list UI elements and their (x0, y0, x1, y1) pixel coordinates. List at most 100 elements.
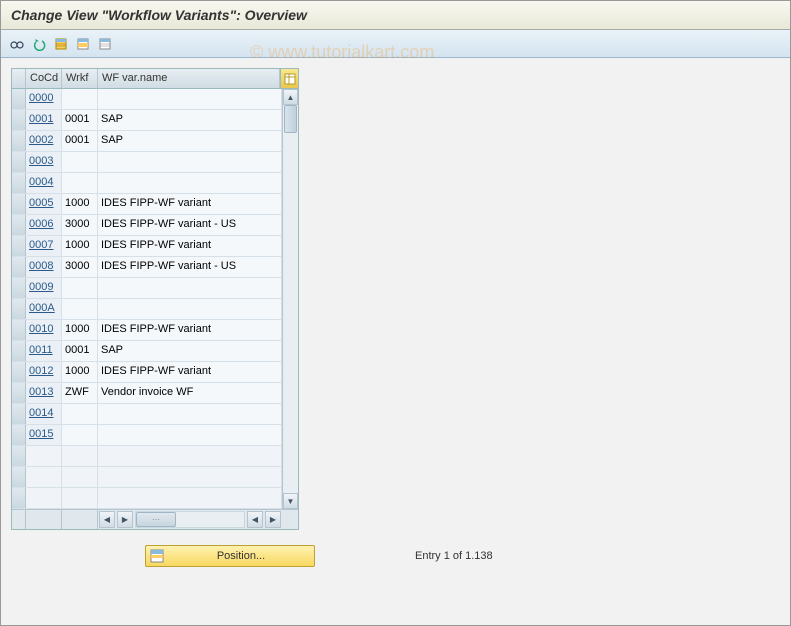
row-selector[interactable] (12, 110, 26, 130)
cell-wrkf[interactable] (62, 404, 98, 424)
cell-cocd[interactable] (26, 467, 62, 487)
cell-name[interactable]: IDES FIPP-WF variant (98, 320, 282, 340)
cell-wrkf[interactable] (62, 299, 98, 319)
cell-cocd[interactable]: 0008 (26, 257, 62, 277)
row-selector[interactable] (12, 446, 26, 466)
cell-cocd[interactable]: 0002 (26, 131, 62, 151)
position-button[interactable]: Position... (145, 545, 315, 567)
cell-name[interactable]: IDES FIPP-WF variant - US (98, 215, 282, 235)
cell-wrkf[interactable] (62, 425, 98, 445)
row-selector[interactable] (12, 173, 26, 193)
row-selector[interactable] (12, 488, 26, 508)
cell-wrkf[interactable]: 1000 (62, 362, 98, 382)
undo-button[interactable] (29, 34, 49, 54)
cell-wrkf[interactable] (62, 467, 98, 487)
cell-cocd[interactable]: 0000 (26, 89, 62, 109)
cell-name[interactable] (98, 425, 282, 445)
row-selector[interactable] (12, 236, 26, 256)
cell-wrkf[interactable]: 3000 (62, 257, 98, 277)
cell-wrkf[interactable] (62, 446, 98, 466)
cell-name[interactable] (98, 446, 282, 466)
cell-cocd[interactable]: 0011 (26, 341, 62, 361)
cell-cocd[interactable]: 0007 (26, 236, 62, 256)
cell-name[interactable]: SAP (98, 341, 282, 361)
scroll-track[interactable] (283, 105, 298, 493)
cell-cocd[interactable]: 0006 (26, 215, 62, 235)
cell-wrkf[interactable] (62, 488, 98, 508)
row-selector[interactable] (12, 194, 26, 214)
cell-name[interactable] (98, 299, 282, 319)
cell-name[interactable]: Vendor invoice WF (98, 383, 282, 403)
cell-name[interactable] (98, 89, 282, 109)
cell-name[interactable]: IDES FIPP-WF variant (98, 194, 282, 214)
cell-wrkf[interactable]: ZWF (62, 383, 98, 403)
cell-cocd[interactable]: 0009 (26, 278, 62, 298)
vertical-scrollbar[interactable]: ▲ ▼ (282, 89, 298, 509)
row-selector[interactable] (12, 425, 26, 445)
cell-cocd[interactable]: 0004 (26, 173, 62, 193)
row-selector[interactable] (12, 89, 26, 109)
cell-wrkf[interactable]: 0001 (62, 131, 98, 151)
hscroll-right-button[interactable]: ▶ (265, 511, 281, 528)
cell-name[interactable] (98, 488, 282, 508)
hscroll-left2-button[interactable]: ◀ (247, 511, 263, 528)
row-selector[interactable] (12, 341, 26, 361)
cell-wrkf[interactable] (62, 173, 98, 193)
select-block-button[interactable] (73, 34, 93, 54)
cell-wrkf[interactable]: 0001 (62, 110, 98, 130)
cell-name[interactable]: SAP (98, 131, 282, 151)
hscroll-track[interactable]: ⋯ (135, 511, 245, 528)
column-header-name[interactable]: WF var.name (98, 69, 280, 88)
cell-cocd[interactable]: 0001 (26, 110, 62, 130)
hscroll-right1-button[interactable]: ▶ (117, 511, 133, 528)
column-header-cocd[interactable]: CoCd (26, 69, 62, 88)
cell-cocd[interactable]: 0003 (26, 152, 62, 172)
cell-cocd[interactable]: 0012 (26, 362, 62, 382)
cell-name[interactable]: SAP (98, 110, 282, 130)
cell-wrkf[interactable]: 1000 (62, 236, 98, 256)
cell-name[interactable] (98, 173, 282, 193)
select-all-button[interactable] (51, 34, 71, 54)
scroll-down-button[interactable]: ▼ (283, 493, 298, 509)
row-selector[interactable] (12, 467, 26, 487)
cell-cocd[interactable]: 0014 (26, 404, 62, 424)
row-selector[interactable] (12, 257, 26, 277)
cell-cocd[interactable]: 0010 (26, 320, 62, 340)
scroll-up-button[interactable]: ▲ (283, 89, 298, 105)
cell-wrkf[interactable]: 0001 (62, 341, 98, 361)
cell-wrkf[interactable]: 1000 (62, 320, 98, 340)
cell-name[interactable] (98, 152, 282, 172)
row-selector[interactable] (12, 131, 26, 151)
deselect-all-button[interactable] (95, 34, 115, 54)
row-selector[interactable] (12, 299, 26, 319)
hscroll-left-button[interactable]: ◀ (99, 511, 115, 528)
cell-cocd[interactable] (26, 446, 62, 466)
cell-name[interactable] (98, 404, 282, 424)
cell-wrkf[interactable] (62, 89, 98, 109)
cell-name[interactable] (98, 278, 282, 298)
header-selector-col[interactable] (12, 69, 26, 88)
cell-name[interactable]: IDES FIPP-WF variant (98, 362, 282, 382)
cell-wrkf[interactable] (62, 152, 98, 172)
column-header-wrkf[interactable]: Wrkf (62, 69, 98, 88)
cell-cocd[interactable]: 0013 (26, 383, 62, 403)
cell-cocd[interactable]: 0015 (26, 425, 62, 445)
cell-wrkf[interactable] (62, 278, 98, 298)
cell-cocd[interactable]: 000A (26, 299, 62, 319)
row-selector[interactable] (12, 320, 26, 340)
scroll-thumb[interactable] (284, 105, 297, 133)
row-selector[interactable] (12, 404, 26, 424)
cell-wrkf[interactable]: 3000 (62, 215, 98, 235)
hscroll-thumb[interactable]: ⋯ (136, 512, 176, 527)
cell-wrkf[interactable]: 1000 (62, 194, 98, 214)
row-selector[interactable] (12, 383, 26, 403)
row-selector[interactable] (12, 278, 26, 298)
change-button[interactable] (7, 34, 27, 54)
cell-name[interactable]: IDES FIPP-WF variant (98, 236, 282, 256)
cell-name[interactable] (98, 467, 282, 487)
row-selector[interactable] (12, 362, 26, 382)
cell-cocd[interactable] (26, 488, 62, 508)
cell-cocd[interactable]: 0005 (26, 194, 62, 214)
table-configure-button[interactable] (280, 69, 298, 88)
row-selector[interactable] (12, 215, 26, 235)
